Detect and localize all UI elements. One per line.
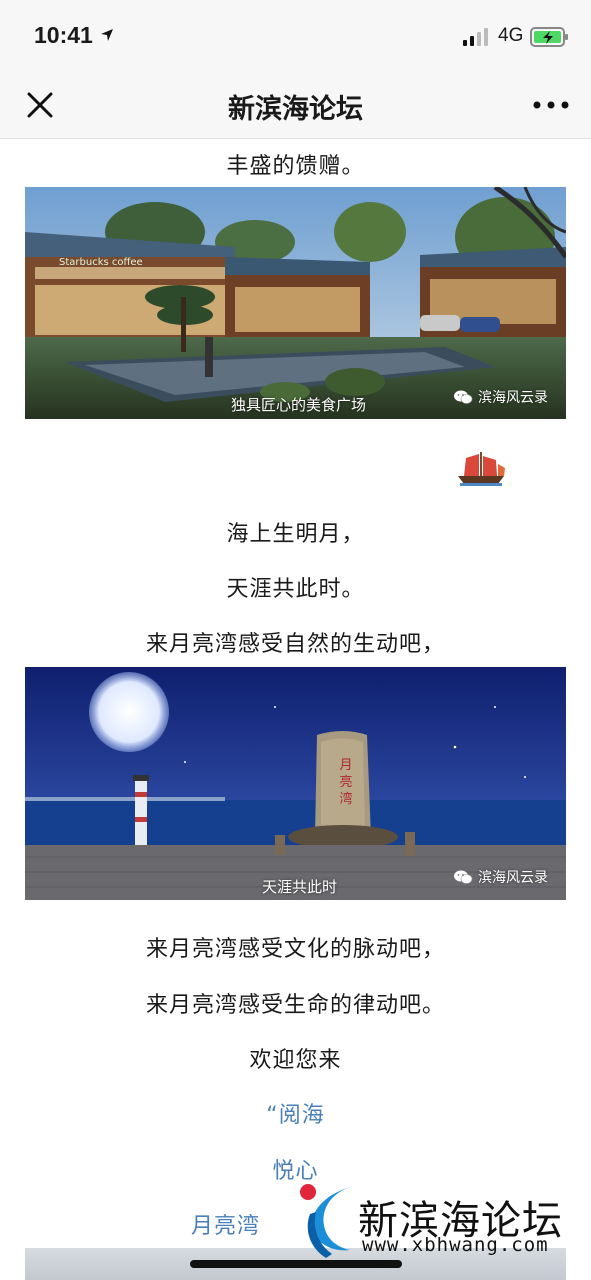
- moon-bay-image[interactable]: 月亮湾 天涯共此时 滨海风云录: [25, 667, 566, 900]
- food-plaza-image[interactable]: Starbucks coffee 独具匠心的美食广场 滨海风云录: [25, 187, 566, 419]
- sailing-ship-icon: [458, 452, 505, 486]
- article-content: 丰盛的馈赠。 Starbucks coffee 独具匠心的美食广场 滨海风云录 …: [0, 139, 591, 1280]
- watermark-text: 滨海风云录: [478, 870, 548, 886]
- status-bar: 10:41 4G: [0, 0, 591, 72]
- image-caption: 天涯共此时: [262, 878, 338, 896]
- article-text: 丰盛的馈赠。: [226, 154, 365, 179]
- article-text: 来月亮湾感受文化的脉动吧，: [145, 937, 445, 962]
- brand-logo-icon: [300, 1184, 354, 1258]
- site-watermark: 新滨海论坛 www.xbhwang.com: [296, 1182, 586, 1262]
- status-time: 10:41: [34, 22, 93, 48]
- stone-inscription: 月亮湾: [339, 758, 353, 807]
- article-text: 来月亮湾感受生命的律动吧。: [145, 993, 445, 1018]
- moon-bay-illustration: [25, 667, 566, 900]
- wechat-icon: [454, 870, 473, 884]
- nav-bar: 新滨海论坛: [0, 72, 591, 139]
- home-indicator[interactable]: [190, 1260, 402, 1268]
- poem-line: 海上生明月，: [226, 522, 365, 547]
- quote-line: 悦心: [272, 1159, 319, 1184]
- brand-url: www.xbhwang.com: [362, 1234, 549, 1256]
- network-type: 4G: [498, 25, 524, 46]
- watermark-text: 滨海风云录: [478, 390, 548, 406]
- image-caption: 独具匠心的美食广场: [231, 396, 367, 414]
- food-plaza-illustration: [25, 187, 566, 419]
- wechat-icon: [454, 390, 473, 404]
- signal-icon: [463, 28, 488, 46]
- image-watermark: 滨海风云录: [453, 867, 548, 887]
- location-arrow-icon: [101, 29, 113, 41]
- starbucks-sign: Starbucks coffee: [59, 257, 143, 268]
- more-options-icon[interactable]: [532, 100, 570, 110]
- quote-line: “阅海: [266, 1103, 325, 1128]
- poem-line: 天涯共此时。: [226, 577, 365, 602]
- article-text: 欢迎您来: [249, 1048, 342, 1073]
- image-watermark: 滨海风云录: [453, 387, 548, 407]
- page-title: 新滨海论坛: [228, 94, 363, 125]
- battery-charging-icon: [530, 27, 568, 47]
- article-text: 来月亮湾感受自然的生动吧，: [145, 632, 445, 657]
